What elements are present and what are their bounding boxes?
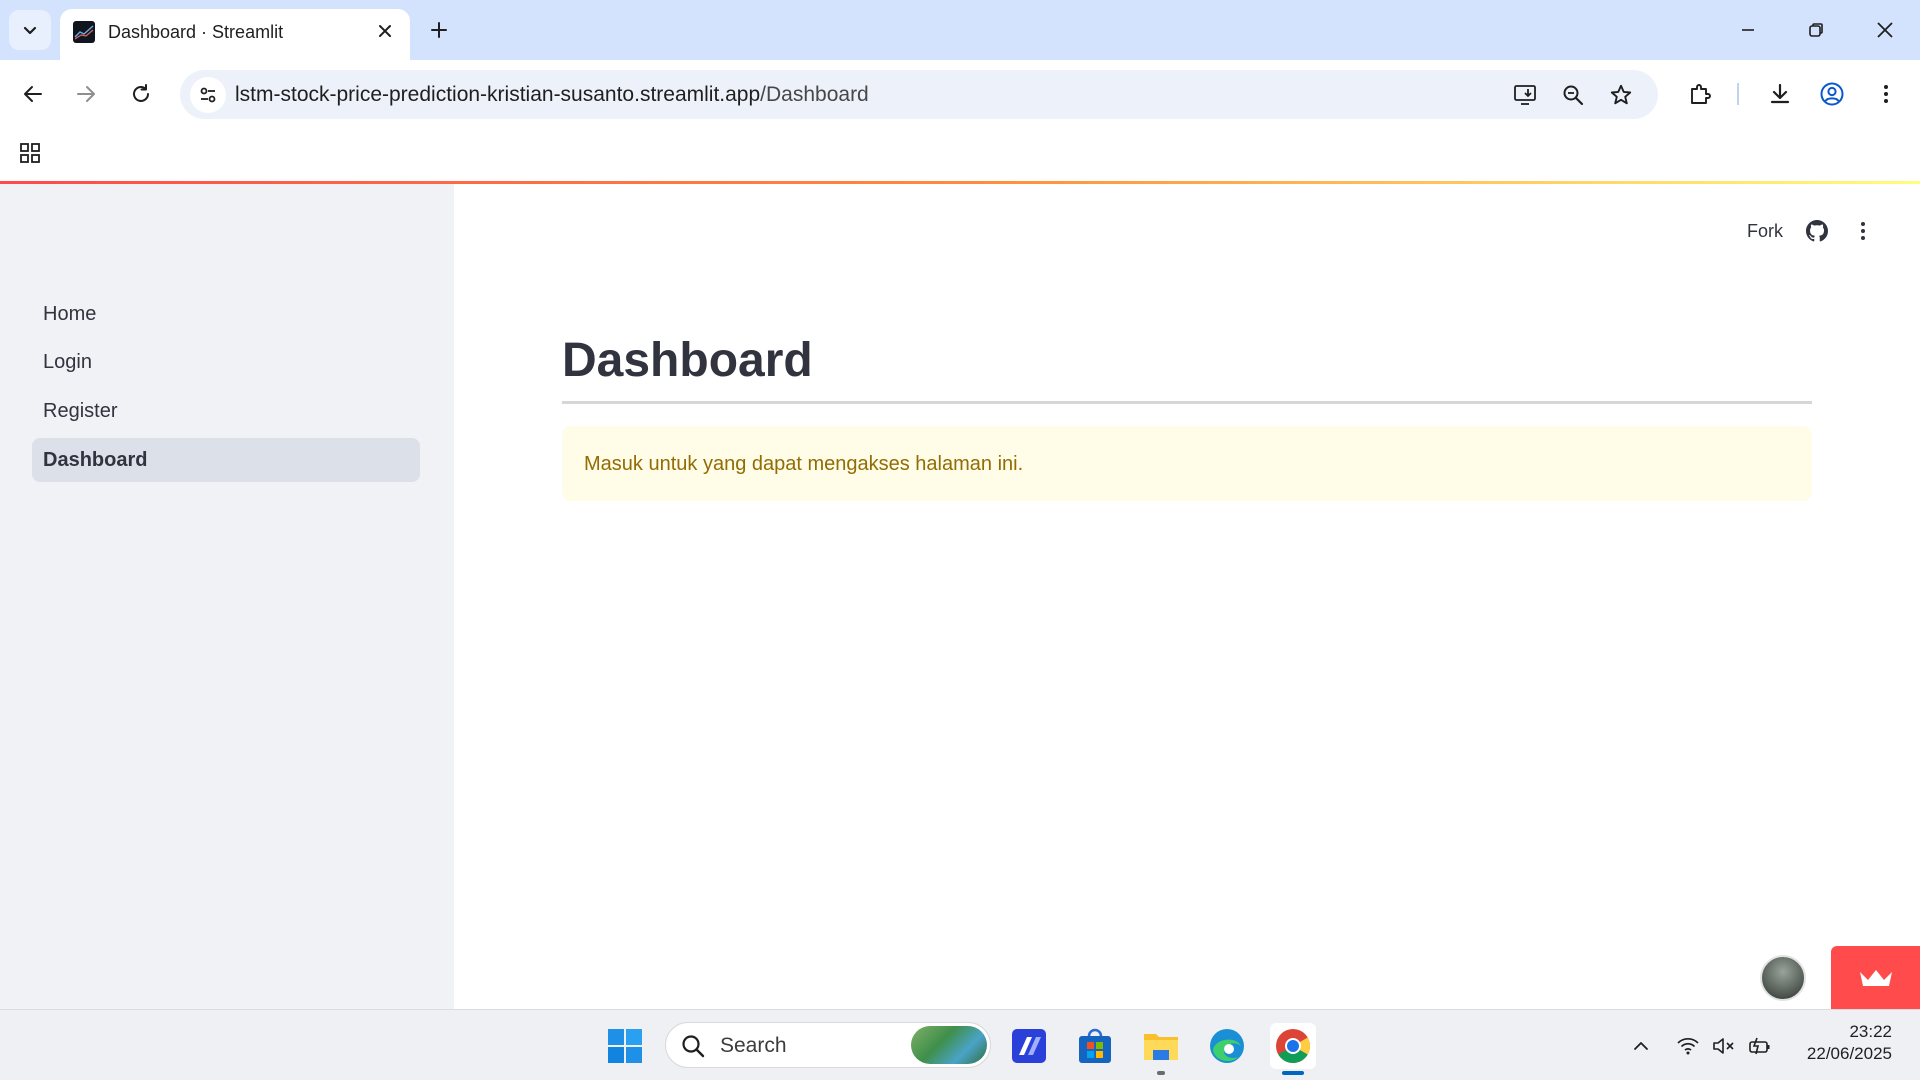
zoom-out-icon bbox=[1563, 85, 1584, 106]
streamlit-favicon-icon bbox=[73, 21, 95, 43]
zoom-button[interactable] bbox=[1555, 77, 1591, 113]
sidebar-item-label: Dashboard bbox=[43, 449, 148, 471]
tab-close-button[interactable] bbox=[372, 18, 398, 44]
url-host: lstm-stock-price-prediction-kristian-sus… bbox=[235, 83, 761, 106]
github-button[interactable] bbox=[1802, 216, 1832, 246]
site-info-button[interactable] bbox=[190, 77, 226, 113]
clock-date: 22/06/2025 bbox=[1806, 1044, 1892, 1063]
browser-menu-button[interactable] bbox=[1866, 74, 1906, 114]
taskbar-app-store[interactable] bbox=[1072, 1023, 1118, 1069]
wifi-icon bbox=[1677, 1037, 1699, 1055]
creator-avatar[interactable] bbox=[1760, 955, 1806, 1001]
title-divider bbox=[562, 401, 1812, 404]
start-button[interactable] bbox=[605, 1026, 645, 1066]
minimize-icon bbox=[1742, 29, 1754, 31]
sidebar: Home Login Register Dashboard bbox=[0, 184, 454, 1009]
tab-search-button[interactable] bbox=[9, 10, 51, 50]
active-tab[interactable]: Dashboard · Streamlit bbox=[60, 9, 410, 60]
warning-message: Masuk untuk yang dapat mengakses halaman… bbox=[584, 453, 1024, 475]
wifi-status[interactable] bbox=[1672, 1030, 1704, 1062]
apps-grid-icon bbox=[20, 143, 40, 163]
edge-icon bbox=[1210, 1029, 1244, 1063]
taskbar: Search 23:22 22/06/2025 bbox=[0, 1009, 1920, 1080]
windows-logo-icon bbox=[608, 1029, 642, 1063]
active-indicator bbox=[1282, 1071, 1304, 1075]
close-window-button[interactable] bbox=[1857, 10, 1913, 50]
puzzle-icon bbox=[1691, 84, 1711, 104]
warning-alert: Masuk untuk yang dapat mengakses halaman… bbox=[562, 426, 1812, 501]
search-icon bbox=[682, 1035, 705, 1058]
sidebar-item-register[interactable]: Register bbox=[32, 389, 420, 433]
minimize-button[interactable] bbox=[1720, 10, 1776, 50]
show-hidden-icons-button[interactable] bbox=[1625, 1030, 1657, 1062]
battery-charging-icon bbox=[1749, 1037, 1770, 1055]
file-explorer-icon bbox=[1144, 1034, 1178, 1060]
sidebar-item-label: Login bbox=[43, 351, 92, 373]
chevron-down-icon bbox=[23, 26, 37, 35]
streamlit-badge[interactable] bbox=[1831, 946, 1920, 1009]
taskbar-app-edge[interactable] bbox=[1204, 1023, 1250, 1069]
url-path: /Dashboard bbox=[760, 83, 869, 106]
taskbar-search[interactable]: Search bbox=[665, 1022, 991, 1068]
page-title: Dashboard bbox=[562, 334, 813, 387]
install-app-icon bbox=[1514, 85, 1536, 105]
browser-title-bar: Dashboard · Streamlit bbox=[0, 0, 1920, 60]
running-indicator bbox=[1157, 1071, 1165, 1075]
close-icon bbox=[379, 25, 391, 37]
kebab-menu-icon bbox=[1884, 85, 1888, 103]
volume-muted-icon bbox=[1713, 1038, 1734, 1054]
tune-icon bbox=[200, 87, 216, 103]
fork-button[interactable]: Fork bbox=[1747, 220, 1783, 242]
star-icon bbox=[1610, 84, 1632, 105]
sidebar-item-label: Register bbox=[43, 400, 118, 422]
close-icon bbox=[1877, 22, 1893, 38]
bookmark-button[interactable] bbox=[1603, 77, 1639, 113]
reload-icon bbox=[133, 84, 149, 102]
forward-button[interactable] bbox=[66, 74, 106, 114]
plus-icon bbox=[431, 22, 447, 38]
chevron-up-icon bbox=[1634, 1042, 1648, 1050]
sidebar-item-login[interactable]: Login bbox=[32, 340, 420, 384]
chrome-icon bbox=[1276, 1029, 1310, 1063]
account-circle-icon bbox=[1820, 82, 1844, 106]
downloads-button[interactable] bbox=[1760, 74, 1800, 114]
new-tab-button[interactable] bbox=[424, 15, 454, 45]
restore-icon bbox=[1809, 23, 1823, 37]
download-icon bbox=[1770, 83, 1790, 104]
system-clock[interactable]: 23:22 22/06/2025 bbox=[1780, 1021, 1892, 1065]
app-menu-button[interactable] bbox=[1848, 216, 1878, 246]
address-bar[interactable]: lstm-stock-price-prediction-kristian-sus… bbox=[180, 70, 1658, 119]
toolbar-separator bbox=[1737, 83, 1739, 105]
main-content: Fork Dashboard Masuk untuk yang dapat me… bbox=[454, 184, 1920, 1009]
store-icon bbox=[1079, 1028, 1111, 1063]
back-button[interactable] bbox=[13, 74, 53, 114]
browser-toolbar: lstm-stock-price-prediction-kristian-sus… bbox=[0, 60, 1920, 128]
crown-icon bbox=[1859, 969, 1892, 986]
install-app-button[interactable] bbox=[1508, 77, 1544, 113]
bookmarks-bar bbox=[0, 128, 1920, 182]
clock-time: 23:22 bbox=[1849, 1022, 1892, 1041]
taskbar-app-file-explorer[interactable] bbox=[1138, 1023, 1184, 1075]
arrow-left-icon bbox=[24, 86, 42, 102]
sidebar-item-home[interactable]: Home bbox=[32, 292, 420, 336]
taskbar-app-copilot[interactable] bbox=[1006, 1023, 1052, 1069]
extensions-button[interactable] bbox=[1680, 74, 1720, 114]
restore-button[interactable] bbox=[1788, 10, 1844, 50]
search-highlight-image bbox=[911, 1026, 987, 1064]
url-text[interactable]: lstm-stock-price-prediction-kristian-sus… bbox=[235, 82, 869, 108]
taskbar-app-chrome[interactable] bbox=[1270, 1023, 1316, 1075]
sidebar-item-dashboard[interactable]: Dashboard bbox=[32, 438, 420, 482]
reload-button[interactable] bbox=[121, 74, 161, 114]
kebab-menu-icon bbox=[1861, 222, 1865, 240]
github-icon bbox=[1806, 220, 1828, 242]
search-placeholder: Search bbox=[720, 1034, 787, 1057]
profile-button[interactable] bbox=[1812, 74, 1852, 114]
arrow-right-icon bbox=[77, 86, 95, 102]
battery-status[interactable] bbox=[1744, 1030, 1776, 1062]
volume-status[interactable] bbox=[1708, 1030, 1740, 1062]
copilot-icon bbox=[1012, 1029, 1046, 1063]
sidebar-item-label: Home bbox=[43, 303, 97, 325]
apps-button[interactable] bbox=[14, 137, 46, 169]
tab-title: Dashboard · Streamlit bbox=[108, 22, 284, 42]
